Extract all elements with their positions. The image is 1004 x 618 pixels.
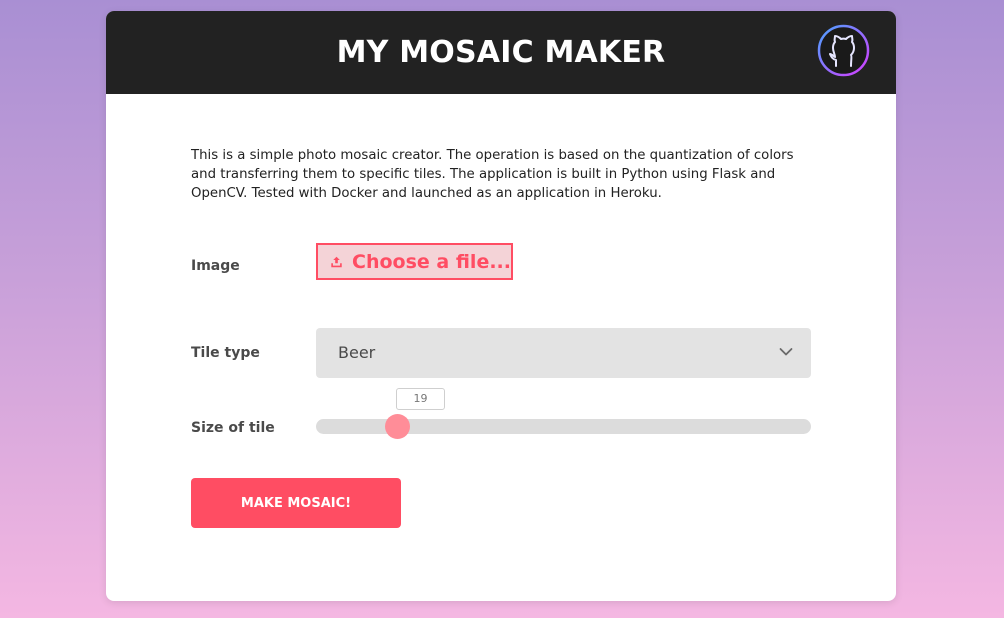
image-label: Image [191,258,240,274]
tile-type-label: Tile type [191,345,260,361]
tile-type-selected-value: Beer [338,343,376,362]
upload-icon [331,256,342,267]
page-title: MY MOSAIC MAKER [336,35,666,70]
chevron-down-icon [779,348,793,356]
app-description: This is a simple photo mosaic creator. T… [191,148,794,201]
github-link[interactable] [817,24,870,77]
choose-file-label: Choose a file... [352,250,511,273]
tile-type-select[interactable]: Beer [316,328,811,378]
make-mosaic-button[interactable]: MAKE MOSAIC! [191,478,401,528]
main-card: MY MOSAIC MAKER This is a simple photo m… [106,11,896,601]
tile-size-value-tooltip: 19 [396,388,445,410]
choose-file-button[interactable]: Choose a file... [316,243,513,280]
github-octocat-icon [817,24,870,77]
tile-size-label: Size of tile [191,420,275,436]
tile-size-slider-thumb[interactable] [385,414,410,439]
